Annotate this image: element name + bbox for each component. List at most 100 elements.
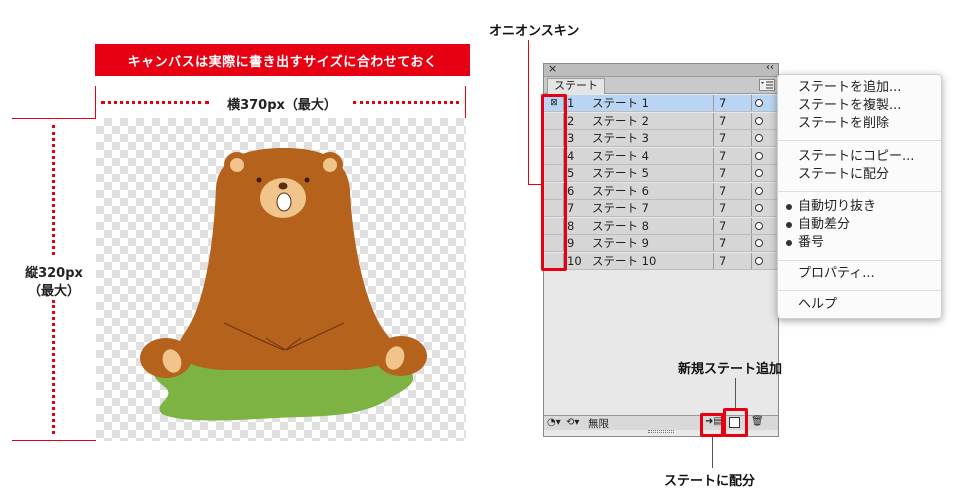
state-name[interactable]: ステート 1 xyxy=(592,95,649,111)
state-row[interactable]: 2 ステート 2 7 xyxy=(544,112,778,130)
column-divider xyxy=(751,147,752,164)
state-delay[interactable]: 7 xyxy=(719,235,726,251)
menu-numbering-label: 番号 xyxy=(798,235,825,250)
distribute-button-highlight xyxy=(700,413,724,437)
onion-callout-line-v xyxy=(528,40,529,185)
menu-duplicate-state[interactable]: ステートを複製... xyxy=(798,97,901,115)
panel-empty-area xyxy=(544,270,778,415)
state-status-circle-icon xyxy=(755,239,763,247)
state-number: 2 xyxy=(567,113,575,128)
onion-options-icon[interactable]: ◔▾ xyxy=(547,417,561,428)
column-divider xyxy=(751,165,752,181)
state-row[interactable]: 3 ステート 3 7 xyxy=(544,130,778,147)
column-divider xyxy=(751,95,752,111)
column-divider xyxy=(713,130,714,146)
state-name[interactable]: ステート 7 xyxy=(592,200,649,216)
tab-states[interactable]: ステート xyxy=(547,78,605,94)
column-divider xyxy=(713,200,714,216)
state-row[interactable]: 6 ステート 6 7 xyxy=(544,182,778,200)
state-row[interactable]: ⊠ 1 ステート 17 xyxy=(544,95,778,112)
column-divider xyxy=(751,217,752,234)
state-delay[interactable]: 7 xyxy=(719,218,726,234)
state-status-circle-icon xyxy=(755,221,763,230)
height-tick-bottom xyxy=(12,440,96,441)
column-divider xyxy=(751,182,752,199)
menu-separator xyxy=(778,290,941,291)
state-name[interactable]: ステート 8 xyxy=(592,218,649,234)
width-label: 横370px（最大） xyxy=(227,98,337,113)
menu-delete-state[interactable]: ステートを削除 xyxy=(798,115,889,133)
state-name[interactable]: ステート 5 xyxy=(592,165,649,181)
menu-separator xyxy=(778,260,941,261)
column-divider xyxy=(713,182,714,199)
width-tick-right xyxy=(465,86,466,118)
transparent-canvas xyxy=(96,118,466,441)
state-number: 3 xyxy=(567,131,575,145)
state-name[interactable]: ステート 6 xyxy=(592,183,649,199)
state-name[interactable]: ステート 10 xyxy=(592,253,656,269)
panel-resize-grip[interactable] xyxy=(648,430,674,433)
state-name[interactable]: ステート 9 xyxy=(592,235,649,251)
state-delay[interactable]: 7 xyxy=(719,165,726,181)
delete-state-icon[interactable]: 🗑 xyxy=(751,416,764,427)
state-status-circle-icon xyxy=(755,204,763,212)
state-number: 9 xyxy=(567,236,575,250)
menu-help[interactable]: ヘルプ xyxy=(798,296,837,314)
menu-properties[interactable]: プロパティ... xyxy=(798,265,875,283)
state-number: 8 xyxy=(567,218,575,233)
state-number: 1 xyxy=(567,96,575,110)
state-row[interactable]: 4 ステート 4 7 xyxy=(544,147,778,165)
state-delay[interactable]: 7 xyxy=(719,200,726,216)
column-divider xyxy=(751,235,752,251)
menu-numbering[interactable]: 番号 xyxy=(786,234,825,252)
state-row[interactable]: 9 ステート 9 7 xyxy=(544,235,778,252)
panel-close-icon[interactable]: × xyxy=(548,62,557,75)
height-label-line1: 縦320px xyxy=(25,266,83,281)
state-number: 10 xyxy=(567,253,582,268)
state-delay[interactable]: 7 xyxy=(719,148,726,164)
state-delay[interactable]: 7 xyxy=(719,95,726,111)
height-dots-top xyxy=(52,125,55,255)
state-delay[interactable]: 7 xyxy=(719,130,726,146)
width-tick-left xyxy=(95,86,96,118)
panel-collapse-icon[interactable]: ‹‹ xyxy=(766,62,774,73)
state-status-circle-icon xyxy=(755,99,763,107)
state-row[interactable]: 7 ステート 7 7 xyxy=(544,200,778,217)
state-name[interactable]: ステート 3 xyxy=(592,130,649,146)
onion-callout-line-h xyxy=(528,184,542,185)
column-divider xyxy=(713,235,714,251)
state-name[interactable]: ステート 2 xyxy=(592,113,649,129)
distribute-callout-line xyxy=(712,437,713,468)
loop-options-icon[interactable]: ⟲▾ xyxy=(566,417,579,428)
state-delay[interactable]: 7 xyxy=(719,113,726,129)
column-divider xyxy=(713,165,714,181)
state-delay[interactable]: 7 xyxy=(719,253,726,269)
state-row[interactable]: 5 ステート 5 7 xyxy=(544,165,778,182)
menu-copy-to-state[interactable]: ステートにコピー... xyxy=(798,148,914,166)
state-row[interactable]: 10 ステート 10 7 xyxy=(544,252,778,270)
state-name[interactable]: ステート 4 xyxy=(592,148,649,164)
menu-add-state[interactable]: ステートを追加... xyxy=(798,79,901,97)
height-tick-top xyxy=(12,118,96,119)
state-number: 5 xyxy=(567,166,575,180)
column-divider xyxy=(751,112,752,129)
menu-auto-crop-label: 自動切り抜き xyxy=(798,199,877,214)
loop-count-label: 無限 xyxy=(588,418,609,430)
column-divider xyxy=(713,147,714,164)
state-row[interactable]: 8 ステート 8 7 xyxy=(544,217,778,235)
menu-auto-difference[interactable]: 自動差分 xyxy=(786,216,851,234)
column-divider xyxy=(713,252,714,269)
height-label-line2: （最大） xyxy=(27,284,80,299)
state-number: 7 xyxy=(567,201,575,215)
menu-distribute-to-states[interactable]: ステートに配分 xyxy=(798,166,889,184)
bear-illustration xyxy=(140,148,427,421)
state-status-circle-icon xyxy=(755,151,763,160)
new-state-label: 新規ステート追加 xyxy=(678,362,783,377)
menu-auto-crop[interactable]: 自動切り抜き xyxy=(786,198,877,216)
states-panel: × ‹‹ ステート ⊠ 1 ステート 1 7 2 ステート 2 7 3 ステート 3 7 4 ステート… xyxy=(543,62,779,437)
menu-auto-difference-label: 自動差分 xyxy=(798,217,851,232)
width-dots-left xyxy=(101,101,209,104)
new-state-button-highlight xyxy=(723,408,748,437)
panel-menu-icon[interactable] xyxy=(759,79,775,91)
state-delay[interactable]: 7 xyxy=(719,183,726,199)
